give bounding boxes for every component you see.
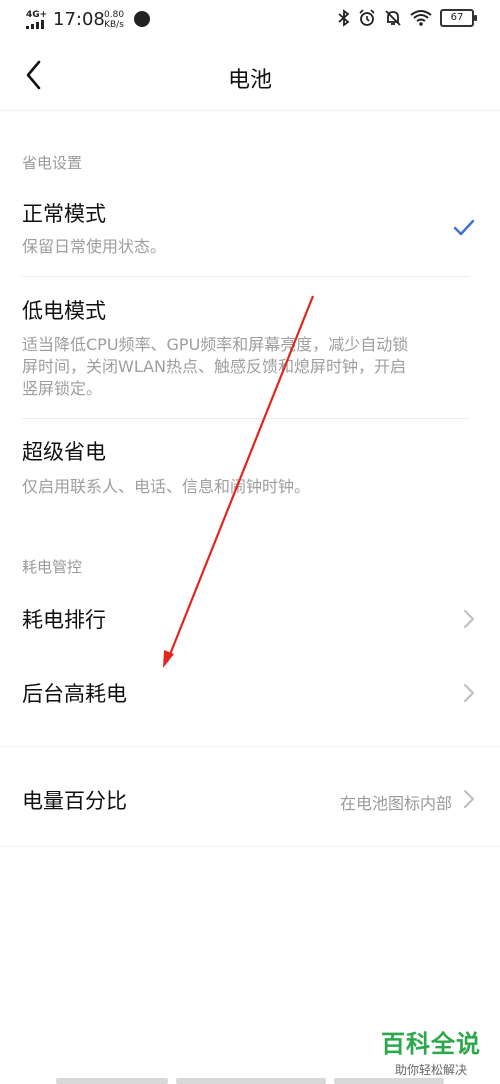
menu-item-label: 电量百分比 xyxy=(22,789,127,813)
chevron-right-icon xyxy=(464,684,474,702)
app-notification-icon xyxy=(134,11,150,27)
section-divider xyxy=(0,846,500,847)
battery-icon: 67 xyxy=(440,9,477,27)
wifi-icon xyxy=(410,10,432,26)
watermark-title: 百科全说 xyxy=(381,1030,481,1058)
top-bar: 电池 xyxy=(0,40,500,110)
menu-item-label: 后台高耗电 xyxy=(22,682,127,706)
section-divider xyxy=(0,746,500,747)
status-bar: 4G+ 17:08 0.80 KB/s 67 xyxy=(0,0,500,40)
mode-title: 低电模式 xyxy=(22,299,106,323)
battery-percentage-value: 在电池图标内部 xyxy=(339,794,452,813)
header-divider xyxy=(0,110,500,111)
section-label-power-saving: 省电设置 xyxy=(22,154,83,172)
network-type: 4G+ xyxy=(26,10,48,20)
page-title: 电池 xyxy=(227,68,272,93)
status-icons: 67 xyxy=(338,9,477,27)
bluetooth-icon xyxy=(338,9,350,27)
mode-title: 超级省电 xyxy=(22,440,106,464)
mute-icon xyxy=(385,10,401,26)
menu-item-label: 耗电排行 xyxy=(22,608,106,632)
mode-description: 适当降低CPU频率、GPU频率和屏幕亮度，减少自动锁屏时间，关闭WLAN热点、触… xyxy=(22,335,409,398)
mode-title: 正常模式 xyxy=(22,202,106,226)
watermark-logo: 百科全说 助你轻松解决 xyxy=(376,1024,486,1078)
mode-description: 仅启用联系人、电话、信息和闹钟时钟。 xyxy=(22,477,311,496)
mode-description: 保留日常使用状态。 xyxy=(22,237,167,256)
section-label-power-control: 耗电管控 xyxy=(22,558,83,576)
speed-value: 0.80 xyxy=(104,10,125,20)
chevron-right-icon xyxy=(464,790,474,808)
chevron-right-icon xyxy=(464,610,474,628)
divider xyxy=(22,276,470,277)
bottom-nav-hint xyxy=(0,1078,500,1084)
speed-unit: KB/s xyxy=(104,20,124,30)
network-speed: 0.80 KB/s xyxy=(104,10,124,30)
checkmark-icon xyxy=(453,219,475,236)
divider xyxy=(22,418,470,419)
alarm-icon xyxy=(359,9,375,26)
watermark-subtitle: 助你轻松解决 xyxy=(394,1063,467,1077)
status-time: 17:08 xyxy=(53,9,105,30)
signal-icon xyxy=(26,20,44,29)
